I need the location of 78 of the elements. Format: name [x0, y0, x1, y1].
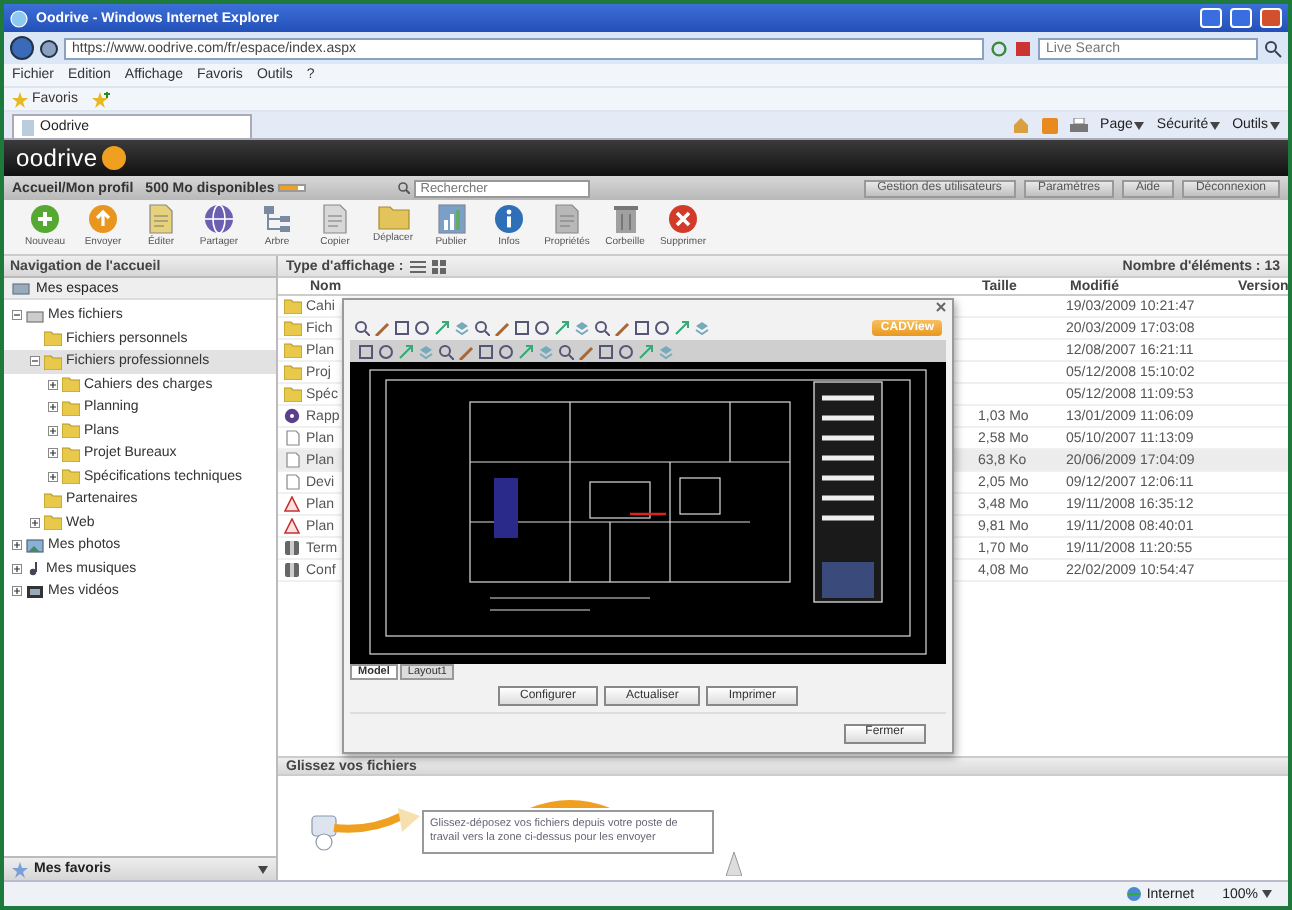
caret-icon	[1262, 890, 1272, 898]
search-icon	[398, 182, 411, 194]
delete-icon[interactable]	[668, 204, 698, 234]
square-icon[interactable]	[394, 319, 410, 335]
star-icon	[12, 91, 28, 107]
minimize-button[interactable]	[1200, 8, 1222, 28]
expand-toggle[interactable]	[48, 402, 58, 413]
tree-icon[interactable]	[262, 204, 292, 234]
expand-toggle[interactable]	[48, 471, 58, 482]
zoom-in-icon[interactable]	[594, 319, 610, 335]
zoom-in-icon[interactable]	[354, 319, 370, 335]
circle-icon[interactable]	[498, 343, 514, 359]
expand-toggle[interactable]	[12, 586, 22, 597]
disc-icon	[284, 408, 300, 424]
maximize-button[interactable]	[1230, 8, 1252, 28]
arrow-icon[interactable]	[434, 319, 450, 335]
grid-view-icon[interactable]	[431, 259, 446, 273]
photo-icon	[26, 537, 44, 554]
film-icon	[26, 583, 44, 600]
close-button[interactable]	[1260, 8, 1282, 28]
caret-icon	[1134, 121, 1145, 129]
search-icon[interactable]	[1264, 39, 1282, 57]
expand-toggle[interactable]	[12, 540, 22, 551]
globe-icon[interactable]	[204, 204, 234, 234]
pencil-icon[interactable]	[374, 319, 390, 335]
tab-page-icon	[20, 119, 36, 135]
circle-icon[interactable]	[534, 319, 550, 335]
logo-circle-icon	[101, 146, 126, 170]
arc-drawing	[526, 796, 614, 808]
add-favorite-icon[interactable]	[91, 91, 110, 107]
expand-toggle[interactable]	[48, 448, 58, 459]
info-icon[interactable]	[494, 204, 524, 234]
arrow-icon[interactable]	[674, 319, 690, 335]
stop-icon[interactable]	[1014, 39, 1032, 57]
pencil-icon[interactable]	[494, 319, 510, 335]
square-icon[interactable]	[358, 343, 374, 359]
refresh-icon[interactable]	[990, 39, 1008, 57]
zoom-in-icon[interactable]	[474, 319, 490, 335]
browser-logo-icon	[10, 9, 28, 27]
chart-icon[interactable]	[437, 204, 465, 234]
collapse-toggle[interactable]	[12, 310, 22, 321]
note-icon	[26, 560, 42, 577]
pencil-icon[interactable]	[614, 319, 630, 335]
upload-drawing	[310, 805, 422, 851]
list-view-icon[interactable]	[409, 259, 426, 273]
forward-button[interactable]	[40, 39, 58, 57]
zoom-in-icon[interactable]	[558, 343, 574, 359]
star-icon	[12, 861, 28, 877]
document-icon[interactable]	[554, 204, 580, 234]
circle-icon[interactable]	[618, 343, 634, 359]
zoom-in-icon[interactable]	[438, 343, 454, 359]
circle-icon[interactable]	[654, 319, 670, 335]
caret-icon	[258, 865, 268, 873]
collapse-toggle[interactable]	[30, 356, 40, 367]
caret-icon	[1270, 121, 1280, 129]
expand-toggle[interactable]	[48, 425, 58, 436]
square-icon[interactable]	[478, 343, 494, 359]
pencil-icon[interactable]	[458, 343, 474, 359]
pencil-icon[interactable]	[578, 343, 594, 359]
plus-icon[interactable]	[30, 204, 60, 234]
caret-icon	[1210, 121, 1221, 129]
print-icon[interactable]	[1070, 117, 1089, 133]
arrow-icon[interactable]	[554, 319, 570, 335]
square-icon[interactable]	[514, 319, 530, 335]
cone-icon	[726, 852, 742, 876]
expand-toggle[interactable]	[30, 517, 40, 528]
expand-toggle[interactable]	[12, 563, 22, 574]
square-icon[interactable]	[598, 343, 614, 359]
expand-toggle[interactable]	[48, 379, 58, 390]
back-button[interactable]	[10, 36, 34, 60]
globe-icon	[1126, 886, 1143, 902]
close-icon[interactable]	[936, 302, 946, 312]
upload-icon[interactable]	[88, 204, 118, 234]
bin-icon[interactable]	[613, 204, 637, 234]
circle-icon[interactable]	[378, 343, 394, 359]
logo: oodrive	[16, 144, 98, 172]
circle-icon[interactable]	[414, 319, 430, 335]
square-icon[interactable]	[634, 319, 650, 335]
